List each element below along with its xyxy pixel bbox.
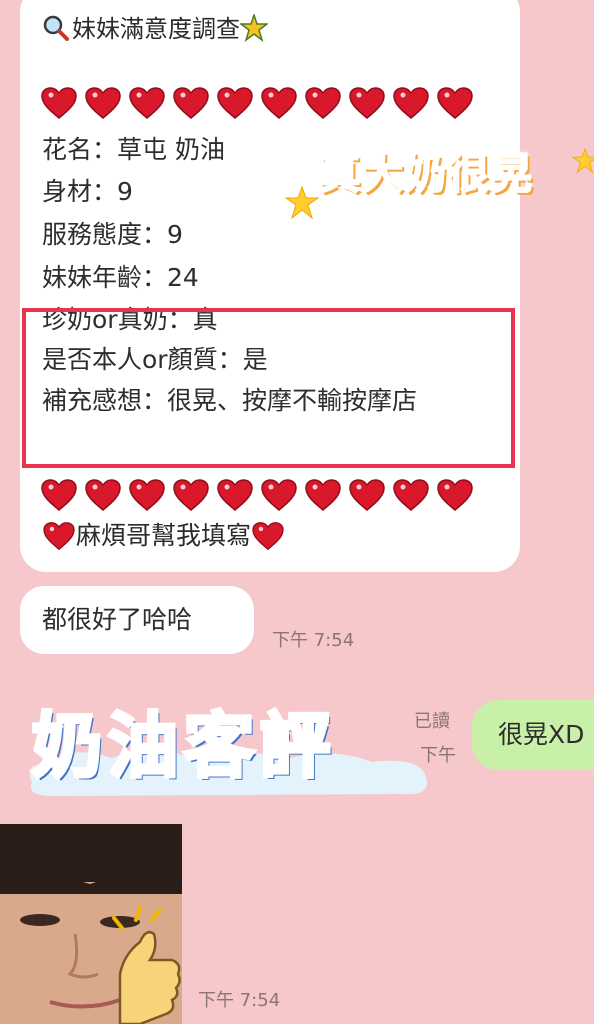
incoming-message-bubble[interactable]: 都很好了哈哈 bbox=[20, 586, 254, 654]
heart-icon bbox=[393, 479, 429, 511]
heart-icon bbox=[349, 479, 385, 511]
heart-icon bbox=[217, 87, 253, 119]
heart-icon bbox=[85, 87, 121, 119]
heart-icon bbox=[43, 522, 75, 551]
heart-icon bbox=[41, 479, 77, 511]
heart-icon bbox=[437, 87, 473, 119]
outgoing-message-bubble[interactable]: 很晃XD bbox=[472, 700, 594, 770]
heart-icon bbox=[305, 479, 341, 511]
survey-message-bubble[interactable]: 妹妹滿意度調查 花名：草屯 奶油 身材：9 服務態度：9 妹妹年齡：24 珍奶o… bbox=[20, 0, 520, 572]
heart-icon bbox=[349, 87, 385, 119]
field-flower-name: 花名：草屯 奶油 bbox=[42, 135, 225, 164]
message-timestamp: 下午 7:54 bbox=[272, 630, 355, 651]
heart-icon bbox=[85, 479, 121, 511]
reaction-photo-sticker[interactable] bbox=[0, 824, 182, 1024]
survey-footer-line: 麻煩哥幫我填寫 bbox=[42, 518, 285, 554]
read-receipt: 已讀 bbox=[414, 711, 450, 732]
heart-icon bbox=[129, 87, 165, 119]
heart-icon bbox=[173, 479, 209, 511]
heart-icon bbox=[261, 479, 297, 511]
star-icon bbox=[285, 186, 319, 220]
heart-icon bbox=[252, 522, 284, 551]
heart-divider-top bbox=[40, 86, 474, 120]
heart-icon bbox=[261, 87, 297, 119]
star-icon bbox=[572, 148, 594, 174]
sticker-caption-review: 奶油客評 bbox=[30, 703, 336, 789]
magnifier-icon bbox=[43, 15, 69, 41]
survey-footer: 麻煩哥幫我填寫 bbox=[76, 521, 252, 550]
message-timestamp: 下午 7:54 bbox=[198, 990, 281, 1011]
heart-icon bbox=[305, 87, 341, 119]
field-service: 服務態度：9 bbox=[42, 220, 183, 249]
sparkle-icon bbox=[240, 14, 268, 42]
heart-icon bbox=[217, 479, 253, 511]
chat-screen: 妹妹滿意度調查 花名：草屯 奶油 身材：9 服務態度：9 妹妹年齡：24 珍奶o… bbox=[0, 0, 594, 1024]
heart-icon bbox=[41, 87, 77, 119]
heart-icon bbox=[393, 87, 429, 119]
heart-icon bbox=[437, 479, 473, 511]
field-body: 身材：9 bbox=[42, 177, 133, 206]
heart-divider-bottom bbox=[40, 478, 474, 512]
sticker-caption-top: 真大奶很晃 bbox=[317, 148, 534, 199]
heart-icon bbox=[173, 87, 209, 119]
field-age: 妹妹年齡：24 bbox=[42, 263, 199, 292]
heart-icon bbox=[129, 479, 165, 511]
survey-title-line: 妹妹滿意度調查 bbox=[42, 12, 270, 46]
red-highlight-box bbox=[22, 308, 515, 468]
survey-title: 妹妹滿意度調查 bbox=[72, 15, 240, 43]
